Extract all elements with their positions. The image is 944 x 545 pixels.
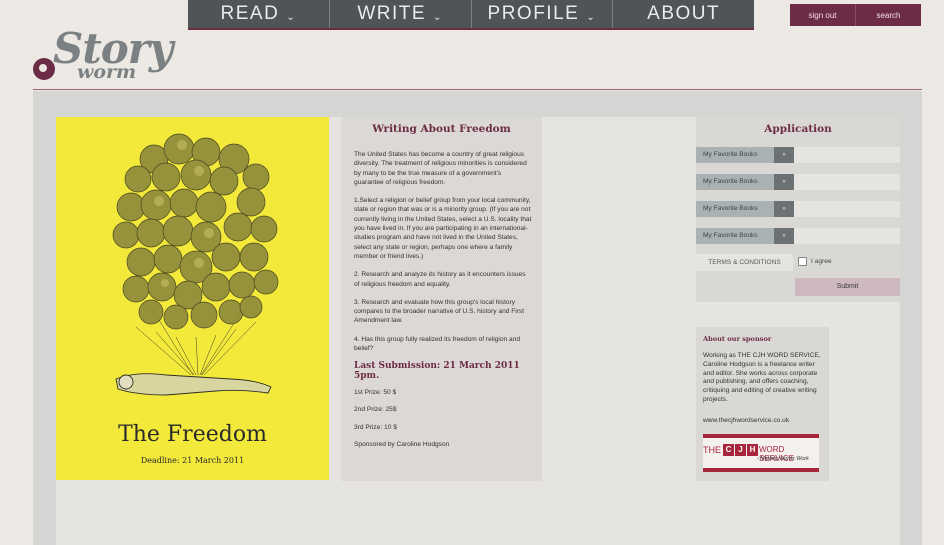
prize-first: 1st Prize: 50 $ — [354, 388, 397, 396]
article-paragraph: 1.Select a religion or belief group from… — [354, 197, 532, 260]
logo-j: J — [735, 444, 746, 456]
chevron-down-icon: ⌄ — [586, 11, 597, 23]
application-form: Application My Favorite Books » My Favor… — [696, 117, 900, 302]
agree-label: I agree — [811, 258, 832, 265]
favorite-books-select[interactable]: My Favorite Books » — [696, 147, 900, 163]
contest-poster: The Freedom Deadline: 21 March 2011 — [56, 117, 329, 480]
account-buttons: sign out search — [790, 4, 921, 26]
balloons-illustration — [112, 133, 279, 396]
worm-swirl-icon — [33, 58, 55, 80]
select-label: My Favorite Books — [696, 228, 774, 244]
select-label: My Favorite Books — [696, 147, 774, 163]
article-paragraph: 4. Has this group fully realized its fre… — [354, 335, 521, 353]
sponsor-logo[interactable]: THE C J H WORD SERVICE - Making Words Wo… — [703, 434, 819, 472]
chevron-right-icon[interactable]: » — [774, 228, 794, 244]
article-paragraph: 3. Research and evaluate how this group'… — [354, 298, 525, 325]
nav-about[interactable]: ABOUT — [613, 0, 754, 28]
chevron-right-icon[interactable]: » — [774, 174, 794, 190]
logo-band-top — [703, 434, 819, 438]
submit-button[interactable]: Submit — [795, 278, 900, 296]
chevron-right-icon[interactable]: » — [774, 201, 794, 217]
logo-worm-text: worm — [77, 61, 137, 83]
storyworm-logo[interactable]: Story worm — [33, 24, 173, 90]
chevron-down-icon: ⌄ — [433, 11, 443, 23]
article-paragraph: 2. Research and analyze its history as i… — [354, 271, 526, 288]
logo-c: C — [723, 444, 734, 456]
agree-checkbox-row[interactable]: I agree — [798, 257, 832, 266]
search-button[interactable]: search — [856, 4, 921, 26]
select-label: My Favorite Books — [696, 201, 774, 217]
sign-out-button[interactable]: sign out — [790, 4, 856, 26]
logo-h: H — [747, 444, 758, 456]
sponsor-url[interactable]: www.thecjhwordservice.co.uk — [703, 417, 825, 424]
agree-checkbox[interactable] — [798, 257, 807, 266]
terms-link[interactable]: TERMS & CONDITIONS — [696, 254, 793, 271]
sponsor-text: Working as THE CJH WORD SERVICE, Carolin… — [703, 352, 821, 403]
article-title: Writing About Freedom — [372, 123, 511, 135]
prize-second: 2nd Prize: 25$ — [354, 406, 397, 414]
poster-title: The Freedom — [118, 422, 267, 447]
logo-tagline: - Making Words Work — [757, 456, 809, 462]
last-submission: Last Submission: 21 March 2011 5pm. — [354, 361, 520, 381]
header-divider — [33, 89, 922, 90]
main-nav: READ ⌄ WRITE ⌄ PROFILE ⌄ ABOUT — [188, 0, 754, 30]
sponsored-by: Sponsored by Caroline Hodgson — [354, 440, 450, 448]
logo-band-bottom — [703, 468, 819, 472]
article-body: The United States has become a country o… — [354, 150, 532, 458]
sponsor-heading: About our sponsor — [703, 335, 772, 343]
prize-third: 3rd Prize: 10 $ — [354, 423, 397, 431]
nav-write[interactable]: WRITE ⌄ — [330, 0, 472, 28]
logo-the: THE — [703, 445, 721, 455]
chevron-down-icon: ⌄ — [286, 11, 297, 23]
nav-write-label: WRITE — [357, 3, 427, 24]
nav-profile-label: PROFILE — [487, 3, 580, 24]
nav-read[interactable]: READ ⌄ — [188, 0, 330, 28]
application-title: Application — [764, 123, 832, 135]
nav-profile[interactable]: PROFILE ⌄ — [472, 0, 614, 28]
article-paragraph: The United States has become a country o… — [354, 151, 527, 186]
select-label: My Favorite Books — [696, 174, 774, 190]
nav-read-label: READ — [220, 3, 280, 24]
favorite-books-select[interactable]: My Favorite Books » — [696, 201, 900, 217]
nav-about-label: ABOUT — [647, 3, 721, 24]
chevron-right-icon[interactable]: » — [774, 147, 794, 163]
favorite-books-select[interactable]: My Favorite Books » — [696, 174, 900, 190]
sponsor-box: About our sponsor Working as THE CJH WOR… — [696, 327, 829, 481]
poster-deadline: Deadline: 21 March 2011 — [140, 456, 245, 465]
contest-description: Writing About Freedom The United States … — [341, 117, 542, 481]
favorite-books-select[interactable]: My Favorite Books » — [696, 228, 900, 244]
